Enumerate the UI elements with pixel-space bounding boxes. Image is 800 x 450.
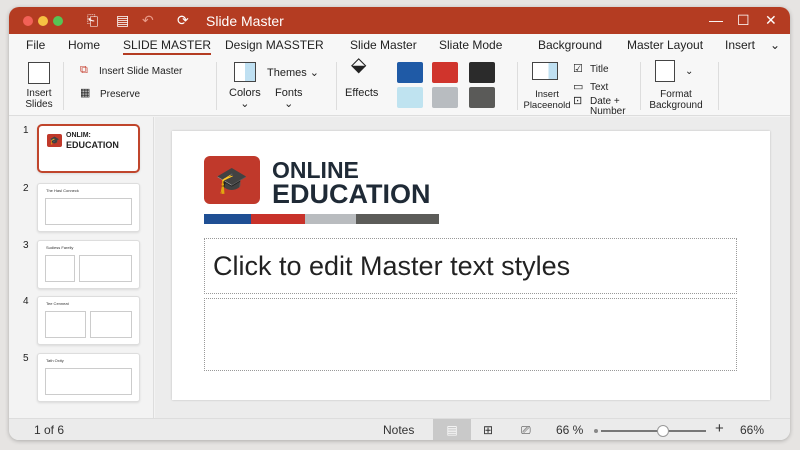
brand-color-dark-gray [356,214,439,224]
swatch-red[interactable] [432,62,458,83]
thumbnail-3[interactable]: Sudiess Fareliy [37,240,140,289]
thumbnail-1[interactable]: 🎓 ONLIM: EDUCATION [37,124,140,173]
swatch-blue[interactable] [397,62,423,83]
effects-button[interactable]: Effects [345,88,378,99]
zoom-in-icon[interactable]: + [715,420,724,437]
fonts-label: Fonts [275,87,303,99]
colors-label: Colors [229,87,261,99]
thumbnail-title: Tath Oxity [46,358,64,363]
format-background-button[interactable]: Format Background [643,89,709,111]
ribbon: Insert Slides ⧉ Insert Slide Master ▦ Pr… [9,54,790,117]
number-label[interactable]: Number [590,106,626,117]
effects-icon: ⬙ [351,54,367,76]
insert-slide-master-label: Insert Slide Master [99,66,183,77]
refresh-icon[interactable]: ⟳ [177,12,189,29]
layout-icon[interactable]: ▤ [116,12,129,29]
zoom-slider[interactable] [601,425,706,437]
slide-count: 1 of 6 [34,423,65,437]
ribbon-expand-chevron-icon[interactable]: ⌄ [770,38,780,52]
title-label: Title [590,64,609,75]
themes-label: Themes [267,67,307,79]
normal-view-icon[interactable]: ▤ [433,419,471,440]
minimize-button[interactable]: — [709,12,723,28]
swatch-light-blue[interactable] [397,87,423,108]
insert-slides-icon [28,62,50,84]
logo-text-line2: EDUCATION [272,179,431,209]
zoom-label: 66 % [556,423,584,437]
brand-color-gray [305,214,356,224]
close-dot[interactable] [23,16,33,26]
title-bar: ⎗ ▤ ↶ ⟳ Slide Master — ☐ ✕ [9,7,790,34]
status-bar: 1 of 6 Notes ▤ ⊞ ⎚ 66 % + 66% [9,418,790,440]
slide-sorter-icon[interactable]: ⊞ [483,423,493,437]
swatch-black[interactable] [469,62,495,83]
zoom-value: 66% [740,423,765,437]
master-slide[interactable]: 🎓 ONLINE EDUCATION Click to edit Master … [172,131,770,400]
logo-icon: 🎓 [47,134,62,147]
body-placeholder[interactable] [204,298,737,371]
thumbnail-number: 4 [23,296,29,307]
thumbnail-title: The Hasl Conneck [46,188,79,193]
presenter-view-icon[interactable]: ⎚ [521,423,531,438]
zoom-out-dot[interactable] [594,429,598,433]
tab-slide-master[interactable]: SLIDE MASTER [123,38,212,55]
text-label[interactable]: Text [590,82,608,93]
notes-button[interactable]: Notes [383,423,414,437]
brand-color-red [251,214,305,224]
insert-slide-master-icon: ⧉ [80,64,88,76]
tab-home[interactable]: Home [68,38,100,52]
thumbnail-number: 5 [23,353,29,364]
title-placeholder[interactable]: Click to edit Master text styles [204,238,737,294]
tab-file[interactable]: File [26,38,45,52]
home-icon[interactable]: ⎗ [87,12,98,29]
insert-placeholder-button[interactable]: Insert Placeenold [523,89,571,111]
format-background-chevron-icon[interactable]: ⌄ [685,66,693,77]
zoom-slider-knob[interactable] [657,425,670,437]
themes-dropdown[interactable]: Themes ⌄ [267,68,319,79]
zoom-dot[interactable] [53,16,63,26]
thumbnail-5[interactable]: Tath Oxity [37,353,140,402]
date-icon: ⊡ [573,95,583,107]
minimize-dot[interactable] [38,16,48,26]
title-checkbox[interactable]: ☑ [573,64,583,75]
tab-background[interactable]: Background [538,38,602,52]
tab-master-layout[interactable]: Master Layout [627,38,703,52]
thumbnail-title: ONLIM: [66,132,91,139]
close-button[interactable]: ✕ [765,12,777,29]
colors-dropdown[interactable]: Colors ⌄ [229,88,261,110]
thumbnail-title: Tee Cenneat [46,301,69,306]
ribbon-tabs: File Home SLIDE MASTER Design MASSTER Sl… [9,34,790,56]
app-window: ⎗ ▤ ↶ ⟳ Slide Master — ☐ ✕ File Home SLI… [9,7,790,440]
thumbnail-2[interactable]: The Hasl Conneck [37,183,140,232]
insert-slides-label: Insert Slides [25,88,53,110]
placeholder-text: Click to edit Master text styles [213,251,571,281]
swatch-gray[interactable] [432,87,458,108]
thumbnail-4[interactable]: Tee Cenneat [37,296,140,345]
thumbnail-number: 2 [23,183,29,194]
preserve-icon: ▦ [80,87,91,99]
thumbnail-title: Sudiess Fareliy [46,245,74,250]
fonts-dropdown[interactable]: Fonts ⌄ [275,88,303,110]
tab-design-master[interactable]: Design MASSTER [225,38,324,52]
graduation-cap-logo-icon: 🎓 [204,156,260,204]
insert-placeholder-icon [532,62,558,80]
preserve-label: Preserve [100,89,141,100]
text-icon: ▭ [573,81,584,93]
themes-icon [234,62,256,82]
slide-editing-area: 🎓 ONLINE EDUCATION Click to edit Master … [155,117,790,418]
swatch-dark-gray[interactable] [469,87,495,108]
slide-thumbnail-panel[interactable]: 1 🎓 ONLIM: EDUCATION 2 The Hasl Conneck … [9,117,154,418]
thumbnail-title: EDUCATION [66,140,119,150]
tab-slide-master-2[interactable]: Slide Master [350,38,417,52]
undo-icon[interactable]: ↶ [142,12,154,29]
tab-sliate-mode[interactable]: Sliate Mode [439,38,502,52]
format-background-icon [655,60,675,82]
brand-color-blue [204,214,251,224]
window-title: Slide Master [206,13,284,29]
thumbnail-number: 1 [23,125,29,136]
thumbnail-number: 3 [23,240,29,251]
brand-color-bar [204,214,439,224]
tab-insert[interactable]: Insert [725,38,755,52]
maximize-button[interactable]: ☐ [737,12,750,29]
